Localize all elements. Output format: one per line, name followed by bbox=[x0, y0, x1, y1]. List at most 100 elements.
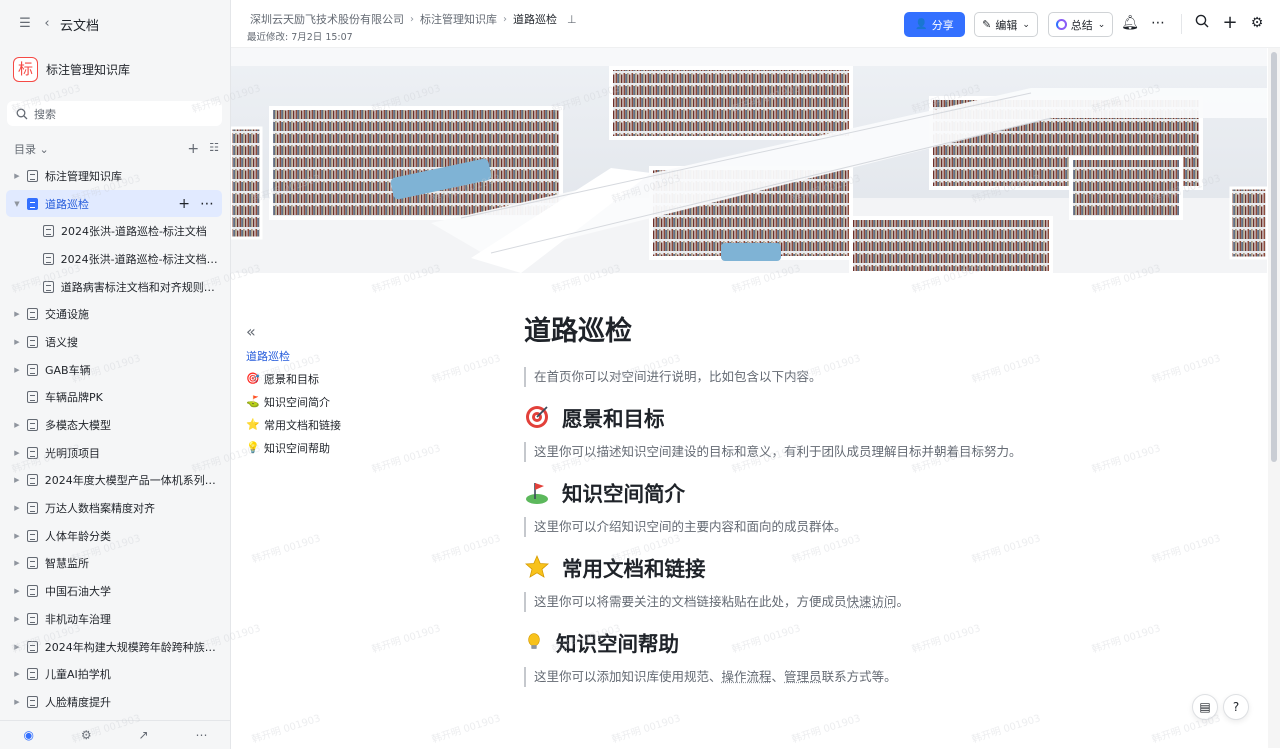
caret-right-icon[interactable]: ▶ bbox=[12, 449, 22, 457]
space-header[interactable]: 标 标注管理知识库 bbox=[13, 57, 130, 82]
section-heading[interactable]: 愿景和目标 bbox=[524, 402, 1244, 432]
tree-item-label: 交通设施 bbox=[45, 308, 89, 322]
doc-info-icon: ▤ bbox=[1199, 700, 1211, 714]
breadcrumb-item[interactable]: 深圳云天励飞技术股份有限公司 bbox=[250, 11, 404, 27]
caret-right-icon[interactable]: ▶ bbox=[12, 670, 22, 678]
share-label: 分享 bbox=[931, 18, 954, 32]
add-node-icon[interactable]: + bbox=[187, 141, 199, 157]
caret-right-icon[interactable]: ▶ bbox=[12, 559, 22, 567]
tree-item[interactable]: ▶ 标注管理知识库 bbox=[6, 162, 222, 190]
tree-item[interactable]: ▶ 多模态大模型 bbox=[6, 411, 222, 439]
watermark-text: 韩开明 001903 bbox=[970, 713, 1042, 746]
add-child-icon[interactable]: + bbox=[178, 196, 190, 212]
settings-icon[interactable]: ⚙ bbox=[81, 728, 92, 742]
tree-item-label: 人体年龄分类 bbox=[45, 529, 111, 543]
outline-item[interactable]: ⭐ 常用文档和链接 bbox=[246, 413, 446, 436]
caret-right-icon[interactable]: ▶ bbox=[12, 615, 22, 623]
tree-item[interactable]: ▶ 交通设施 bbox=[6, 300, 222, 328]
search-icon[interactable] bbox=[1193, 14, 1211, 32]
tree-item[interactable]: ▶ 光明顶项目 bbox=[6, 439, 222, 467]
outline-item[interactable]: 道路巡检 bbox=[246, 344, 446, 367]
caret-right-icon[interactable]: ▶ bbox=[12, 310, 22, 318]
caret-right-icon[interactable]: ▶ bbox=[12, 366, 22, 374]
outline-item[interactable]: 💡 知识空间帮助 bbox=[246, 436, 446, 459]
app-title[interactable]: 云文档 bbox=[60, 15, 99, 34]
more-icon[interactable]: ⋯ bbox=[196, 728, 208, 742]
tree-item[interactable]: ▶ 万达人数档案精度对齐 bbox=[6, 494, 222, 522]
section-quote[interactable]: 这里你可以添加知识库使用规范、操作流程、管理员联系方式等。 bbox=[524, 667, 1244, 687]
more-options-icon[interactable]: ⋯ bbox=[1149, 14, 1167, 32]
inline-link[interactable]: 快速访问 bbox=[847, 594, 897, 609]
caret-right-icon[interactable]: ▶ bbox=[12, 504, 22, 512]
tree-options-icon[interactable]: ☷ bbox=[209, 141, 219, 157]
tree-item[interactable]: ▶ 人体年龄分类 bbox=[6, 522, 222, 550]
section-heading[interactable]: 常用文档和链接 bbox=[524, 552, 1244, 582]
more-icon[interactable]: ⋯ bbox=[200, 196, 214, 212]
scrollbar-thumb[interactable] bbox=[1271, 52, 1277, 462]
page-title[interactable]: 道路巡检 bbox=[524, 310, 1244, 358]
share-out-icon[interactable]: ↗ bbox=[139, 728, 149, 742]
outline-item[interactable]: ⛳ 知识空间简介 bbox=[246, 390, 446, 413]
help-button[interactable]: ? bbox=[1223, 694, 1249, 720]
tree-item[interactable]: ▶ 儿童AI拍学机 bbox=[6, 660, 222, 688]
bell-icon[interactable]: 🔔︎ bbox=[1121, 14, 1139, 32]
caret-right-icon[interactable]: ▶ bbox=[12, 338, 22, 346]
caret-right-icon[interactable]: ▶ bbox=[12, 421, 22, 429]
watermark-text: 韩开明 001903 bbox=[430, 713, 502, 746]
tree-item[interactable]: 车辆品牌PK bbox=[6, 384, 222, 412]
tree-item[interactable]: ▶ 非机动车治理 bbox=[6, 605, 222, 633]
tree-child-item[interactable]: 2024张洪-道路巡检-标注文档 bbox=[6, 217, 222, 245]
search-input[interactable]: 搜索 bbox=[7, 101, 222, 126]
share-button[interactable]: 👤 分享 bbox=[904, 12, 965, 37]
summary-button[interactable]: 总结 ⌄ bbox=[1048, 12, 1113, 37]
page-scrollbar[interactable] bbox=[1268, 48, 1280, 748]
tree-child-item[interactable]: 道路病害标注文档和对齐规则文档 bbox=[6, 273, 222, 301]
caret-right-icon[interactable]: ▶ bbox=[12, 587, 22, 595]
tree-child-item[interactable]: 2024张洪-道路巡检-标注文档（... bbox=[6, 245, 222, 273]
collapse-sidebar-icon[interactable]: ☰ bbox=[18, 17, 32, 31]
section-heading-text: 知识空间简介 bbox=[562, 482, 685, 506]
header-divider bbox=[1181, 14, 1182, 34]
caret-right-icon[interactable]: ▶ bbox=[12, 532, 22, 540]
tree-item[interactable]: ▼ 道路巡检 + ⋯ bbox=[6, 189, 222, 218]
doc-content[interactable]: 道路巡检 在首页你可以对空间进行说明，比如包含以下内容。 愿景和目标 这里你可以… bbox=[524, 310, 1244, 687]
breadcrumb-current[interactable]: 道路巡检 bbox=[513, 11, 557, 27]
section-quote[interactable]: 这里你可以描述知识空间建设的目标和意义，有利于团队成员理解目标并朝着目标努力。 bbox=[524, 442, 1244, 462]
doc-info-button[interactable]: ▤ bbox=[1192, 694, 1218, 720]
caret-down-icon[interactable]: ▼ bbox=[12, 200, 22, 208]
space-name: 标注管理知识库 bbox=[46, 63, 131, 77]
edit-button[interactable]: ✎ 编辑 ⌄ bbox=[974, 12, 1038, 37]
tree-item[interactable]: ▶ 语义搜 bbox=[6, 328, 222, 356]
inline-link[interactable]: 操作流程 bbox=[722, 669, 772, 684]
tree-item[interactable]: ▶ GAB车辆 bbox=[6, 356, 222, 384]
tree-item[interactable]: ▶ 2024年度大模型产品一体机系列产品 bbox=[6, 467, 222, 495]
outline-item[interactable]: 🎯 愿景和目标 bbox=[246, 367, 446, 390]
inline-link[interactable]: 管理员 bbox=[784, 669, 822, 684]
tree-item[interactable]: ▶ 智慧监所 bbox=[6, 550, 222, 578]
caret-right-icon[interactable]: ▶ bbox=[12, 643, 22, 651]
section-quote[interactable]: 这里你可以介绍知识空间的主要内容和面向的成员群体。 bbox=[524, 517, 1244, 537]
tree-item[interactable]: ▶ 2024年构建大规模跨年龄跨种族人... bbox=[6, 633, 222, 661]
document-icon bbox=[42, 280, 54, 293]
document-icon bbox=[26, 474, 38, 487]
gear-icon[interactable]: ⚙ bbox=[1248, 14, 1266, 32]
ai-assistant-icon[interactable]: ◉ bbox=[23, 728, 33, 742]
breadcrumb-item[interactable]: 标注管理知识库 bbox=[420, 11, 497, 27]
cover-image[interactable] bbox=[231, 48, 1267, 273]
pin-icon[interactable]: ⊥ bbox=[567, 13, 577, 26]
back-arrow-icon[interactable]: ‹ bbox=[40, 17, 54, 31]
toc-dropdown[interactable]: 目录 ⌄ bbox=[14, 141, 49, 157]
caret-right-icon[interactable]: ▶ bbox=[12, 172, 22, 180]
new-doc-icon[interactable]: + bbox=[1221, 14, 1239, 32]
caret-right-icon[interactable]: ▶ bbox=[12, 698, 22, 706]
caret-right-icon[interactable]: ▶ bbox=[12, 476, 22, 484]
tree-item[interactable]: ▶ 中国石油大学 bbox=[6, 577, 222, 605]
section-heading[interactable]: 知识空间帮助 bbox=[524, 627, 1244, 657]
section-quote[interactable]: 这里你可以将需要关注的文档链接粘贴在此处，方便成员快速访问。 bbox=[524, 592, 1244, 612]
intro-quote[interactable]: 在首页你可以对空间进行说明，比如包含以下内容。 bbox=[524, 367, 1244, 387]
golf-flag-icon: ⛳ bbox=[246, 395, 260, 408]
section-heading[interactable]: 知识空间简介 bbox=[524, 477, 1244, 507]
collapse-outline-icon[interactable]: « bbox=[246, 322, 446, 342]
tree-item-label: 2024年度大模型产品一体机系列产品 bbox=[44, 474, 222, 488]
tree-item[interactable]: ▶ 人脸精度提升 bbox=[6, 688, 222, 716]
